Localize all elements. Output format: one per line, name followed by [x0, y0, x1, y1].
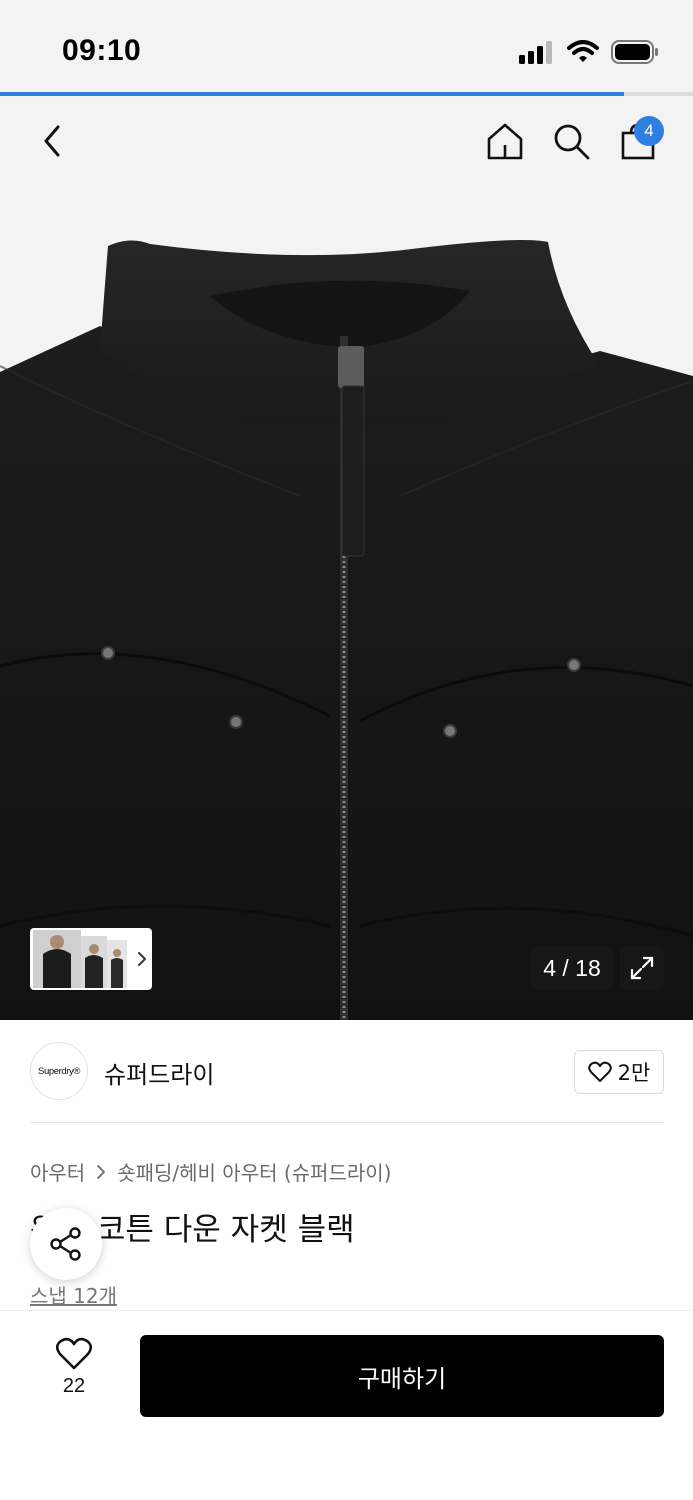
signal-icon	[519, 40, 555, 68]
wishlist-count: 22	[62, 1375, 86, 1397]
thumbnail-strip[interactable]	[30, 928, 152, 990]
breadcrumb-subcategory[interactable]: 숏패딩/헤비 아우터 (슈퍼드라이)	[117, 1157, 391, 1186]
wishlist-button[interactable]: 22	[44, 1337, 104, 1407]
wifi-icon	[567, 40, 599, 68]
brand-name[interactable]: 슈퍼드라이	[104, 1055, 214, 1090]
battery-icon	[611, 40, 659, 68]
brand-logo-text: Superdry®	[38, 1065, 80, 1077]
status-bar: 09:10	[0, 0, 693, 92]
back-button[interactable]	[30, 116, 74, 166]
chevron-right-icon[interactable]	[133, 949, 151, 969]
product-title: 워크 코튼 다운 자켓 블랙	[30, 1212, 355, 1248]
product-image[interactable]	[0, 96, 693, 1020]
brand-logo[interactable]: Superdry®	[30, 1042, 88, 1100]
divider	[30, 1122, 664, 1123]
brand-like-button[interactable]: 2만	[574, 1050, 664, 1094]
share-button[interactable]	[30, 1208, 102, 1280]
look-thumbnails[interactable]	[33, 930, 129, 988]
heart-icon	[587, 1061, 612, 1082]
heart-icon	[55, 1337, 93, 1370]
brand-like-count: 2만	[617, 1061, 651, 1085]
bottom-action-bar: 22 구매하기	[0, 1310, 693, 1500]
search-icon	[554, 124, 590, 160]
home-button[interactable]	[482, 116, 528, 166]
back-icon	[44, 125, 60, 157]
expand-icon	[630, 956, 654, 980]
status-time: 09:10	[62, 34, 142, 67]
home-icon	[487, 123, 523, 160]
breadcrumb-category[interactable]: 아우터	[30, 1157, 85, 1186]
product-title-container: 워크 코튼 다운 자켓 블랙	[30, 1204, 630, 1248]
image-counter: 4 / 18	[530, 946, 614, 990]
status-icons	[519, 40, 659, 68]
expand-button[interactable]	[620, 946, 664, 990]
breadcrumb: 아우터 숏패딩/헤비 아우터 (슈퍼드라이)	[30, 1157, 391, 1186]
share-icon	[50, 1227, 81, 1261]
chevron-right-icon	[97, 1164, 106, 1179]
product-image-gallery[interactable]	[0, 96, 693, 1020]
snap-link[interactable]: 스냅 12개	[30, 1280, 117, 1309]
buy-button[interactable]: 구매하기	[140, 1335, 664, 1417]
brand-row[interactable]: Superdry® 슈퍼드라이 2만	[30, 1042, 664, 1102]
cart-count-badge: 4	[634, 116, 664, 146]
search-button[interactable]	[548, 116, 594, 166]
